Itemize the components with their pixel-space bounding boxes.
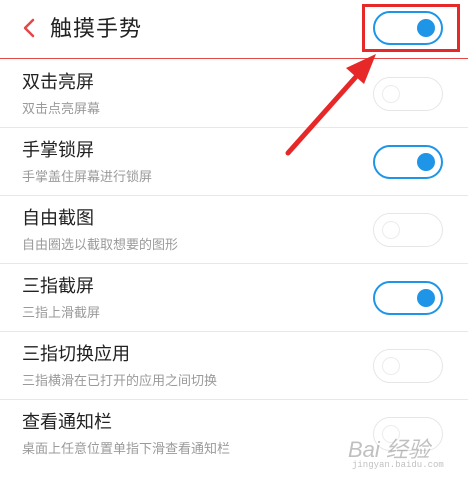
watermark-url: jingyan.baidu.com <box>352 460 444 470</box>
toggle-knob <box>382 221 400 239</box>
setting-subtitle: 手掌盖住屏幕进行锁屏 <box>22 170 153 185</box>
double-tap-wake-toggle[interactable] <box>373 77 443 111</box>
header-divider <box>0 58 468 59</box>
setting-title: 三指切换应用 <box>22 344 130 365</box>
setting-title: 查看通知栏 <box>22 412 112 433</box>
page-title: 触摸手势 <box>50 17 143 42</box>
setting-row-three-finger-switch-app[interactable]: 三指切换应用 三指横滑在已打开的应用之间切换 <box>0 332 468 400</box>
back-arrow-icon[interactable] <box>18 14 42 42</box>
setting-row-palm-lock[interactable]: 手掌锁屏 手掌盖住屏幕进行锁屏 <box>0 128 468 196</box>
setting-row-three-finger-screenshot[interactable]: 三指截屏 三指上滑截屏 <box>0 264 468 332</box>
setting-subtitle: 双击点亮屏幕 <box>22 102 101 117</box>
setting-subtitle: 三指横滑在已打开的应用之间切换 <box>22 374 218 389</box>
setting-subtitle: 桌面上任意位置单指下滑查看通知栏 <box>22 442 231 457</box>
setting-row-double-tap-wake[interactable]: 双击亮屏 双击点亮屏幕 <box>0 60 468 128</box>
three-finger-switch-app-toggle[interactable] <box>373 349 443 383</box>
setting-subtitle: 自由圈选以截取想要的图形 <box>22 238 179 253</box>
toggle-knob <box>417 289 435 307</box>
setting-row-free-screenshot[interactable]: 自由截图 自由圈选以截取想要的图形 <box>0 196 468 264</box>
palm-lock-toggle[interactable] <box>373 145 443 179</box>
setting-subtitle: 三指上滑截屏 <box>22 306 101 321</box>
toggle-knob <box>382 85 400 103</box>
baidu-watermark: Bai 经验 jingyan.baidu.com <box>348 432 458 478</box>
toggle-knob <box>417 153 435 171</box>
setting-title: 双击亮屏 <box>22 72 94 93</box>
toggle-knob <box>382 357 400 375</box>
setting-title: 手掌锁屏 <box>22 140 94 161</box>
free-screenshot-toggle[interactable] <box>373 213 443 247</box>
setting-title: 三指截屏 <box>22 276 94 297</box>
setting-title: 自由截图 <box>22 208 94 229</box>
three-finger-screenshot-toggle[interactable] <box>373 281 443 315</box>
annotation-highlight-box <box>362 4 460 52</box>
